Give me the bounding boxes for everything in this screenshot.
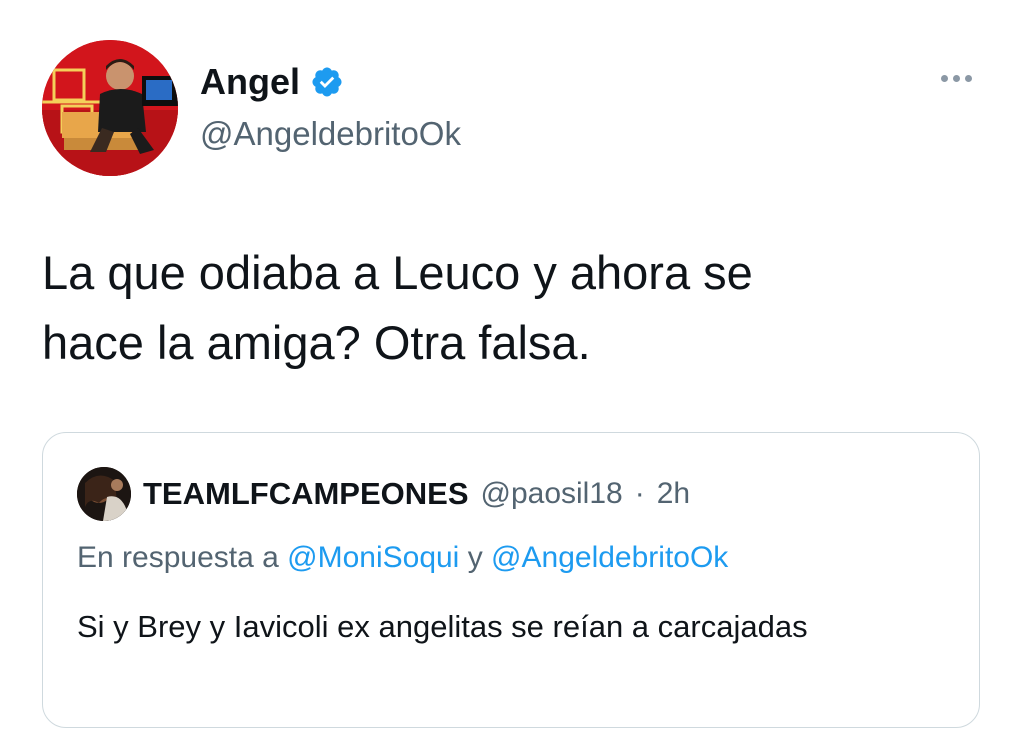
quoted-author-display-name[interactable]: TEAMLFCAMPEONES [143,476,469,512]
more-horizontal-icon [940,74,948,82]
reply-prefix: En respuesta a [77,541,279,574]
verified-badge-icon [312,67,342,97]
reply-context: En respuesta a @MoniSoqui y @Angeldebrit… [77,541,728,575]
author-name-row: Angel [200,62,344,102]
reply-mention-link[interactable]: @MoniSoqui [287,541,459,574]
quoted-author-handle[interactable]: @paosil18 [481,477,623,511]
quoted-author-avatar[interactable] [77,467,131,521]
profile-photo [42,40,178,176]
more-options-button[interactable] [934,66,978,90]
tweet: Angel @AngeldebritoOk La que odiaba a Le… [0,0,1024,750]
quoted-tweet-text: Si y Brey y Iavicoli ex angelitas se reí… [77,609,808,644]
reply-mention-link[interactable]: @AngeldebritoOk [491,541,728,574]
quoted-tweet-timestamp[interactable]: 2h [657,477,690,511]
author-handle[interactable]: @AngeldebritoOk [200,114,461,154]
author-avatar[interactable] [42,40,178,176]
more-dot [952,74,960,82]
quoted-tweet-header: TEAMLFCAMPEONES @paosil18 · 2h [77,467,690,521]
tweet-text: La que odiaba a Leuco y ahora se hace la… [42,246,753,369]
reply-joiner: y [467,541,483,574]
profile-photo [77,467,131,521]
separator-dot: · [634,477,645,510]
more-dot [964,74,972,82]
author-display-name[interactable]: Angel [200,62,300,102]
quoted-tweet-card[interactable]: TEAMLFCAMPEONES @paosil18 · 2h En respue… [42,432,980,728]
